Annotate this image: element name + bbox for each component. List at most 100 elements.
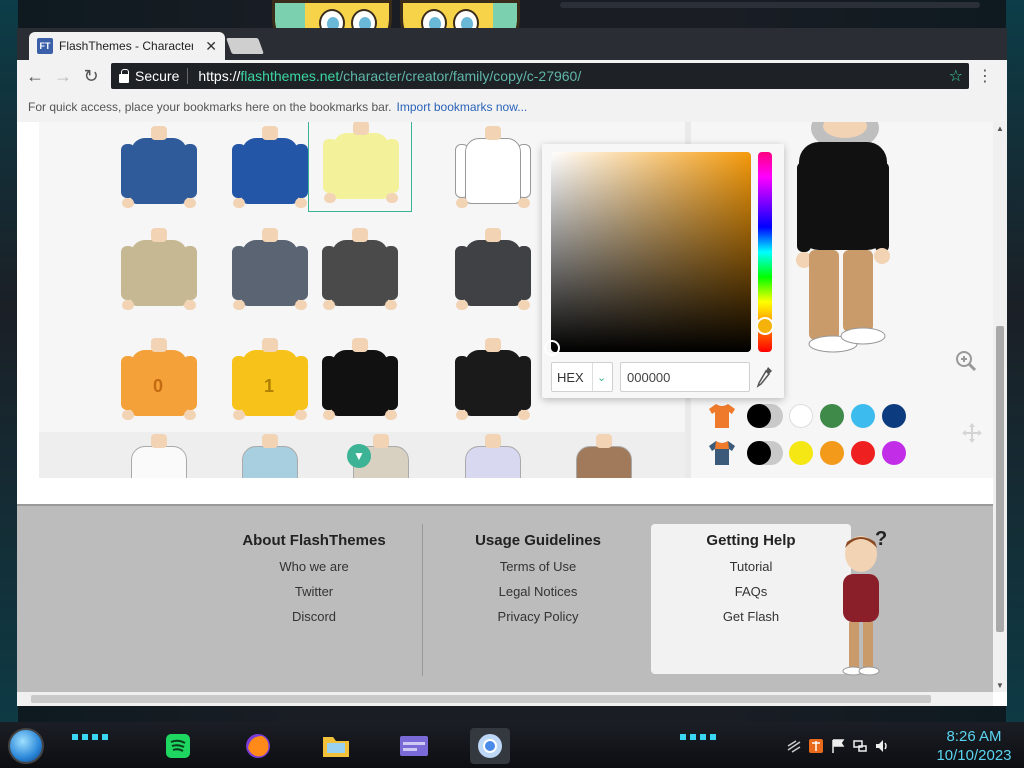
network-icon[interactable] — [852, 738, 868, 754]
taskbar-firefox[interactable] — [238, 728, 278, 764]
saturation-value-field[interactable] — [551, 152, 751, 352]
color-swatch[interactable] — [882, 441, 906, 465]
clothing-head — [151, 126, 167, 140]
clothing-item-white-dress-shirt[interactable] — [441, 126, 545, 218]
horizontal-scrollbar[interactable] — [17, 692, 993, 706]
clothing-item-gray-suit[interactable] — [308, 228, 412, 320]
new-tab-button[interactable] — [226, 38, 264, 54]
firefox-icon — [246, 734, 270, 758]
lines-icon[interactable] — [786, 738, 802, 754]
clothing-item-partial[interactable] — [552, 434, 656, 478]
clothing-item-police-jacket[interactable] — [107, 126, 211, 218]
clothing-hand-r — [385, 300, 397, 310]
back-arrow-icon[interactable]: ← — [21, 62, 49, 90]
footer-link-twitter[interactable]: Twitter — [219, 584, 409, 599]
clothing-item-skull-tshirt[interactable] — [308, 338, 412, 430]
clothing-hand-r — [295, 300, 307, 310]
ime-icon[interactable] — [808, 738, 824, 754]
vertical-scroll-thumb[interactable] — [996, 326, 1004, 632]
address-bar[interactable]: Secure https:// flashthemes.net /charact… — [111, 63, 969, 89]
swatch-row-secondary — [707, 438, 913, 468]
clothing-hand-l — [122, 198, 134, 208]
horizontal-scroll-thumb[interactable] — [31, 695, 931, 703]
current-color-swatch[interactable] — [747, 441, 783, 465]
tab-strip: FT FlashThemes - Character ✕ — [17, 28, 1007, 60]
clothing-head — [485, 126, 501, 140]
system-tray — [786, 728, 926, 764]
start-button[interactable] — [8, 728, 44, 764]
clothing-item-partial[interactable] — [218, 434, 322, 478]
bookmarks-bar: For quick access, place your bookmarks h… — [17, 92, 1007, 122]
reload-icon[interactable]: ↻ — [77, 62, 105, 90]
clothing-hand-l — [323, 300, 335, 310]
url-host: flashthemes.net — [240, 68, 340, 84]
volume-icon[interactable] — [874, 738, 890, 754]
color-swatch[interactable] — [789, 441, 813, 465]
footer-link-get-flash[interactable]: Get Flash — [656, 609, 846, 624]
clothing-item-overalls[interactable] — [218, 228, 322, 320]
color-picker-popup: HEX ⌄ — [542, 144, 784, 398]
taskbar-decoration — [72, 734, 112, 740]
taskbar-window-app[interactable] — [394, 728, 434, 764]
clothing-head — [262, 126, 278, 140]
clothing-item-orange-jersey[interactable]: 0 — [107, 338, 211, 430]
taskbar-chrome[interactable] — [470, 728, 510, 764]
clothing-item-partial[interactable] — [107, 434, 211, 478]
clothing-hand-r — [295, 410, 307, 420]
zoom-in-icon[interactable] — [955, 350, 977, 372]
scroll-down-badge[interactable]: ▼ — [347, 444, 371, 468]
clothing-item-leather-jacket[interactable] — [441, 338, 545, 430]
footer-link-discord[interactable]: Discord — [219, 609, 409, 624]
scroll-up-arrow-icon[interactable]: ▲ — [996, 124, 1004, 133]
scroll-down-arrow-icon[interactable]: ▼ — [996, 681, 1004, 690]
saturation-value-handle[interactable] — [544, 340, 560, 356]
eyedropper-icon[interactable] — [756, 366, 774, 388]
color-mode-select[interactable]: HEX ⌄ — [551, 362, 613, 392]
move-icon[interactable] — [961, 422, 983, 444]
clothing-torso — [465, 240, 521, 306]
clothing-torso — [333, 133, 389, 199]
browser-toolbar: ← → ↻ Secure https:// flashthemes.net /c… — [17, 60, 1007, 92]
hex-value-input[interactable] — [620, 362, 750, 392]
bookmark-star-icon[interactable]: ☆ — [949, 66, 963, 86]
footer-link-legal[interactable]: Legal Notices — [443, 584, 633, 599]
taskbar-spotify[interactable] — [158, 728, 198, 764]
clothing-item-military-vest[interactable] — [107, 228, 211, 320]
clothing-head — [485, 228, 501, 242]
clothing-torso — [465, 350, 521, 416]
clothing-item-puffer-jacket[interactable] — [218, 126, 322, 218]
clothing-item-yellow-shirt[interactable] — [308, 122, 412, 212]
color-swatch[interactable] — [882, 404, 906, 428]
color-swatch[interactable] — [820, 404, 844, 428]
footer-link-faqs[interactable]: FAQs — [656, 584, 846, 599]
clothing-hand-l — [233, 300, 245, 310]
hue-slider-handle[interactable] — [756, 317, 774, 335]
color-swatch[interactable] — [789, 404, 813, 428]
browser-menu-icon[interactable]: ⋮ — [977, 66, 993, 86]
footer-link-terms[interactable]: Terms of Use — [443, 559, 633, 574]
clothing-item-partial[interactable] — [441, 434, 545, 478]
flag-icon[interactable] — [830, 738, 846, 754]
tab-flashthemes[interactable]: FT FlashThemes - Character ✕ — [29, 32, 225, 60]
color-swatch[interactable] — [851, 404, 875, 428]
color-swatch[interactable] — [820, 441, 844, 465]
clothing-item-partial[interactable] — [329, 434, 433, 478]
footer-link-tutorial[interactable]: Tutorial — [656, 559, 846, 574]
close-tab-icon[interactable]: ✕ — [205, 38, 217, 55]
vertical-scrollbar[interactable]: ▲ ▼ — [993, 122, 1007, 692]
taskbar-file-explorer[interactable] — [316, 728, 356, 764]
footer-link-privacy[interactable]: Privacy Policy — [443, 609, 633, 624]
taskbar-clock[interactable]: 8:26 AM 10/10/2023 — [928, 727, 1020, 765]
current-color-swatch[interactable] — [747, 404, 783, 428]
clothing-item-zombie-suit[interactable] — [441, 228, 545, 320]
clothing-head — [353, 122, 369, 135]
color-swatch[interactable] — [851, 441, 875, 465]
import-bookmarks-link[interactable]: Import bookmarks now... — [397, 100, 528, 114]
wallpaper-top-stripe — [560, 2, 980, 8]
clothing-hand-l — [233, 410, 245, 420]
forward-arrow-icon[interactable]: → — [49, 62, 77, 90]
clothing-item-yellow-jersey[interactable]: 1 — [218, 338, 322, 430]
clothing-hand-r — [184, 410, 196, 420]
footer-link-who-we-are[interactable]: Who we are — [219, 559, 409, 574]
url-path: /character/creator/family/copy/c-27960/ — [339, 68, 582, 84]
